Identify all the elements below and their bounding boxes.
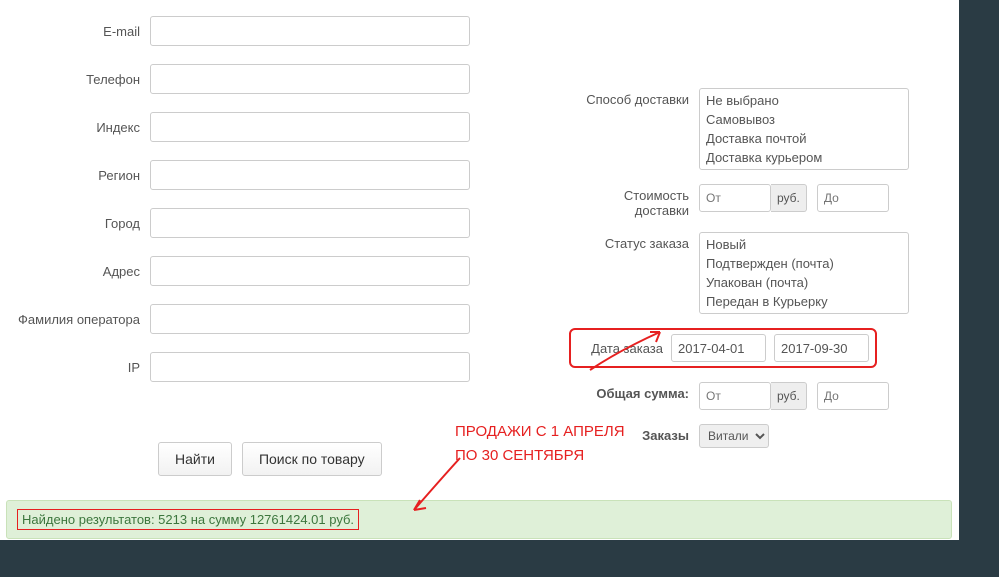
select-orders[interactable]: Витали [699,424,769,448]
label-email: E-mail [0,24,150,39]
input-operator[interactable] [150,304,470,334]
label-city: Город [0,216,150,231]
order-date-highlight: Дата заказа [569,328,877,368]
label-order-date: Дата заказа [577,341,663,356]
annotation-line2: ПО 30 СЕНТЯБРЯ [455,447,584,464]
row-phone: Телефон [0,64,500,94]
input-delivery-cost-from[interactable] [699,184,771,212]
right-column: Способ доставки Не выбраноСамовывозДоста… [569,60,959,462]
total-group: руб. [699,382,889,410]
select-status[interactable]: НовыйПодтвержден (почта)Упакован (почта)… [699,232,909,314]
row-status: Статус заказа НовыйПодтвержден (почта)Уп… [569,232,959,314]
page: E-mail Телефон Индекс Регион Город Адрес… [0,0,959,540]
delivery-cost-group: руб. [699,184,889,212]
result-text: Найдено результатов: 5213 на сумму 12761… [17,509,359,530]
label-address: Адрес [0,264,150,279]
input-phone[interactable] [150,64,470,94]
row-email: E-mail [0,16,500,46]
input-total-to[interactable] [817,382,889,410]
row-operator: Фамилия оператора [0,304,500,334]
input-date-from[interactable] [671,334,766,362]
addon-rub-1: руб. [771,184,807,212]
input-delivery-cost-to[interactable] [817,184,889,212]
search-button[interactable]: Найти [158,442,232,476]
row-delivery-cost: Стоимость доставки руб. [569,184,959,218]
row-city: Город [0,208,500,238]
search-by-product-button[interactable]: Поиск по товару [242,442,382,476]
input-city[interactable] [150,208,470,238]
label-phone: Телефон [0,72,150,87]
input-address[interactable] [150,256,470,286]
label-delivery-cost: Стоимость доставки [569,184,699,218]
left-column: E-mail Телефон Индекс Регион Город Адрес… [0,16,500,400]
row-orders: Заказы Витали [569,424,959,448]
input-total-from[interactable] [699,382,771,410]
input-date-to[interactable] [774,334,869,362]
annotation-text: ПРОДАЖИ С 1 АПРЕЛЯ ПО 30 СЕНТЯБРЯ [455,420,625,468]
select-delivery-method[interactable]: Не выбраноСамовывозДоставка почтойДостав… [699,88,909,170]
input-region[interactable] [150,160,470,190]
label-ip: IP [0,360,150,375]
label-status: Статус заказа [569,232,699,251]
label-index: Индекс [0,120,150,135]
row-ip: IP [0,352,500,382]
label-operator: Фамилия оператора [0,312,150,327]
button-row: Найти Поиск по товару [158,442,382,476]
row-total: Общая сумма: руб. [569,382,959,410]
annotation-line1: ПРОДАЖИ С 1 АПРЕЛЯ [455,423,625,440]
input-email[interactable] [150,16,470,46]
label-delivery-method: Способ доставки [569,88,699,107]
input-ip[interactable] [150,352,470,382]
row-region: Регион [0,160,500,190]
label-total: Общая сумма: [569,382,699,401]
result-bar: Найдено результатов: 5213 на сумму 12761… [6,500,952,539]
input-index[interactable] [150,112,470,142]
row-index: Индекс [0,112,500,142]
row-order-date: Дата заказа [569,328,959,368]
row-delivery-method: Способ доставки Не выбраноСамовывозДоста… [569,88,959,170]
addon-rub-2: руб. [771,382,807,410]
row-address: Адрес [0,256,500,286]
label-region: Регион [0,168,150,183]
